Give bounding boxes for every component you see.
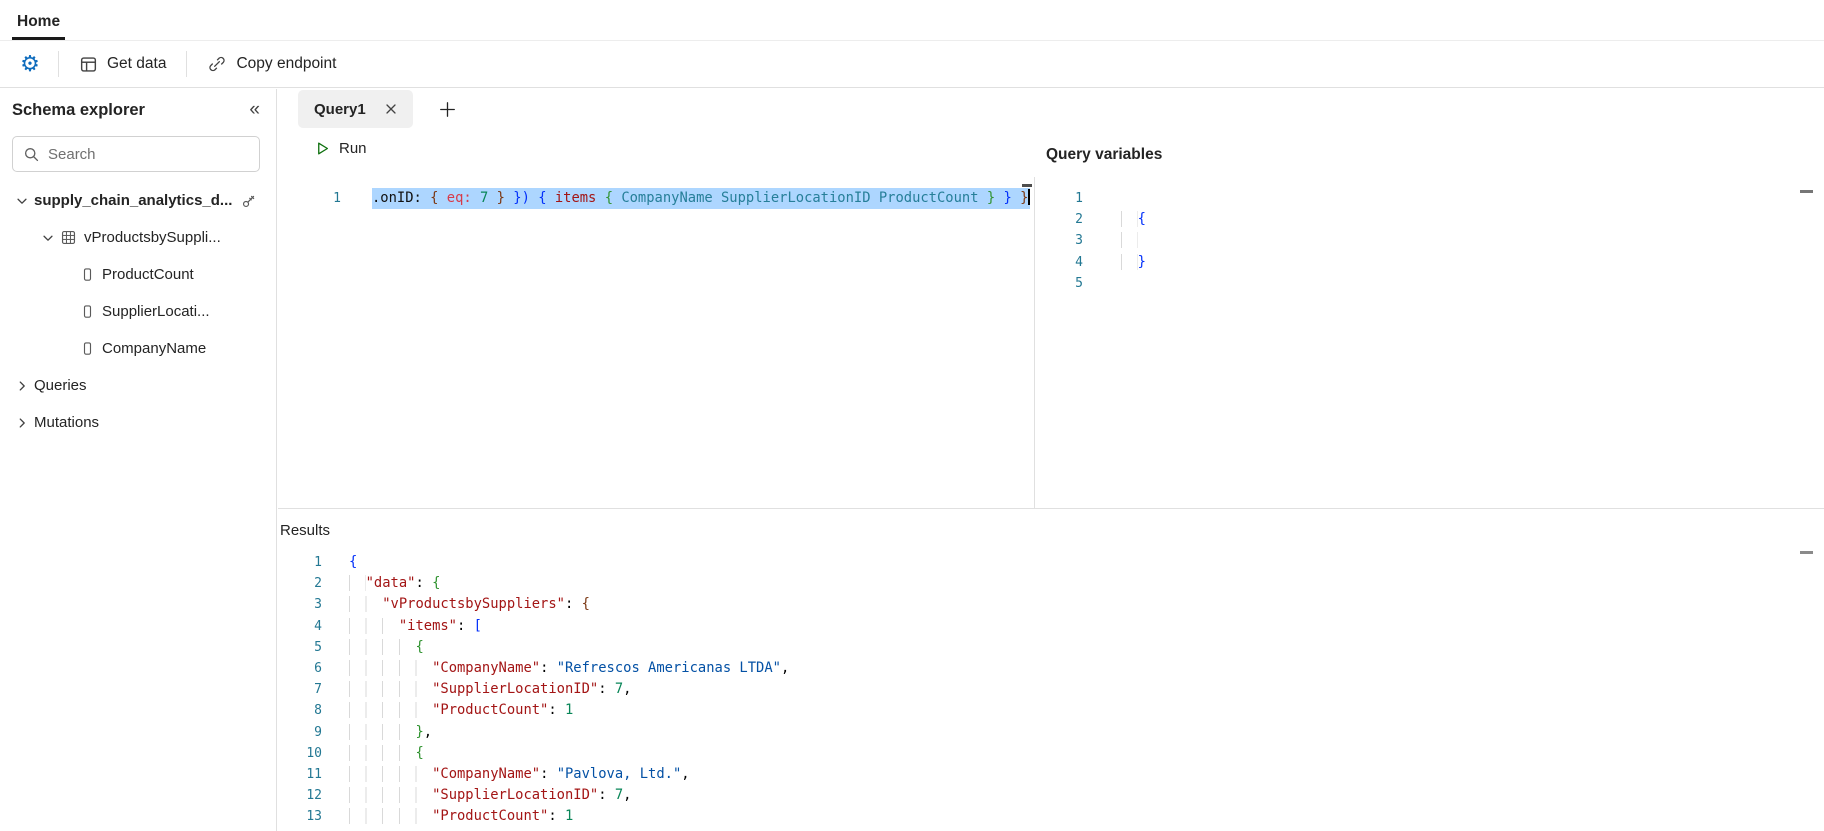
link-icon: [207, 54, 227, 74]
overview-ruler-mark: [1800, 190, 1813, 193]
chevron-down-icon[interactable]: [36, 231, 60, 245]
search-icon: [23, 146, 40, 163]
line-number-gutter: 1 2 3 4 5 6 7 8 9 10 11 12 13: [306, 555, 322, 825]
column-icon: [80, 304, 95, 319]
query-variables-editor[interactable]: 12345 { }: [1036, 177, 1824, 508]
tree-item-data-source[interactable]: supply_chain_analytics_d...: [0, 182, 276, 219]
results-editor[interactable]: 1 2 3 4 5 6 7 8 9 10 11 12 13 { "data": { "vProducts…: [278, 552, 1824, 827]
line-number-gutter: 12345: [1075, 191, 1083, 291]
tab-query1[interactable]: Query1: [298, 90, 413, 128]
queries-label: Queries: [34, 377, 87, 394]
column-icon: [80, 267, 95, 282]
tree-item-view[interactable]: vProductsbySuppli...: [0, 219, 276, 256]
main-area: Query1 Run Query variables 1 .onID: { eq…: [278, 89, 1824, 831]
overview-ruler-mark: [1800, 551, 1813, 554]
toolbar: ⚙ Get data Copy endpoint: [0, 41, 1824, 88]
query-variables-title: Query variables: [1046, 146, 1163, 163]
overview-ruler-cursor-mark: [1022, 184, 1032, 187]
search-box: [12, 136, 260, 172]
tree-item-mutations[interactable]: Mutations: [0, 404, 276, 441]
column-label: SupplierLocati...: [102, 303, 210, 320]
query-tab-bar: Query1: [278, 89, 1824, 129]
editors-region: 1 .onID: { eq: 7 } }) { items { CompanyN…: [278, 177, 1824, 508]
graphql-query-editor[interactable]: 1 .onID: { eq: 7 } }) { items { CompanyN…: [278, 177, 1035, 508]
search-input[interactable]: [48, 145, 249, 163]
tree-item-column[interactable]: CompanyName: [0, 330, 276, 367]
toolbar-separator: [186, 51, 188, 77]
collapse-panel-icon[interactable]: «: [247, 99, 262, 121]
tab-home[interactable]: Home: [12, 4, 66, 40]
table-data-icon: [79, 55, 98, 74]
schema-tree: supply_chain_analytics_d... vProductsbyS…: [0, 182, 276, 441]
close-icon[interactable]: [382, 100, 400, 118]
copy-endpoint-label: Copy endpoint: [236, 55, 337, 72]
tree-item-column[interactable]: SupplierLocati...: [0, 293, 276, 330]
column-label: CompanyName: [102, 340, 207, 357]
tree-item-column[interactable]: ProductCount: [0, 256, 276, 293]
get-data-label: Get data: [107, 55, 167, 72]
new-query-tab-button[interactable]: [430, 90, 465, 128]
ribbon-tab-bar: Home: [0, 0, 1824, 41]
plus-icon: [438, 100, 457, 119]
editor-toolbar: Run: [278, 129, 375, 167]
results-json: { "data": { "vProductsbySuppliers": { "i…: [349, 554, 790, 825]
run-button[interactable]: Run: [307, 136, 375, 161]
toolbar-separator: [58, 51, 59, 77]
schema-explorer-panel: Schema explorer « supply_chain_analytics…: [0, 89, 277, 831]
column-icon: [80, 341, 95, 356]
settings-button[interactable]: ⚙: [12, 46, 48, 82]
gear-icon: ⚙: [20, 51, 40, 76]
tree-item-queries[interactable]: Queries: [0, 367, 276, 404]
chevron-right-icon[interactable]: [10, 416, 34, 430]
schema-explorer-header: Schema explorer «: [0, 89, 276, 121]
results-panel: Results 1 2 3 4 5 6 7 8 9 10 11 12 13 { "data": { "v…: [278, 508, 1824, 831]
copy-endpoint-button[interactable]: Copy endpoint: [197, 46, 346, 82]
mutations-label: Mutations: [34, 414, 100, 431]
key-icon: [241, 193, 257, 209]
chevron-right-icon[interactable]: [10, 379, 34, 393]
query-variables-code[interactable]: { }: [1036, 177, 1824, 294]
schema-explorer-title: Schema explorer: [12, 100, 145, 119]
view-label: vProductsbySuppli...: [84, 229, 221, 246]
line-number-gutter: 1: [333, 191, 341, 206]
column-label: ProductCount: [102, 266, 194, 283]
query-code[interactable]: .onID: { eq: 7 } }) { items { CompanyNam…: [278, 177, 1034, 210]
play-icon: [315, 141, 330, 156]
chevron-down-icon[interactable]: [10, 194, 34, 208]
tab-query1-label: Query1: [314, 100, 366, 118]
results-title: Results: [280, 522, 331, 539]
table-icon: [60, 229, 77, 246]
tab-home-label: Home: [17, 13, 61, 30]
get-data-button[interactable]: Get data: [69, 46, 176, 82]
data-source-label: supply_chain_analytics_d...: [34, 192, 233, 209]
run-label: Run: [339, 139, 367, 157]
